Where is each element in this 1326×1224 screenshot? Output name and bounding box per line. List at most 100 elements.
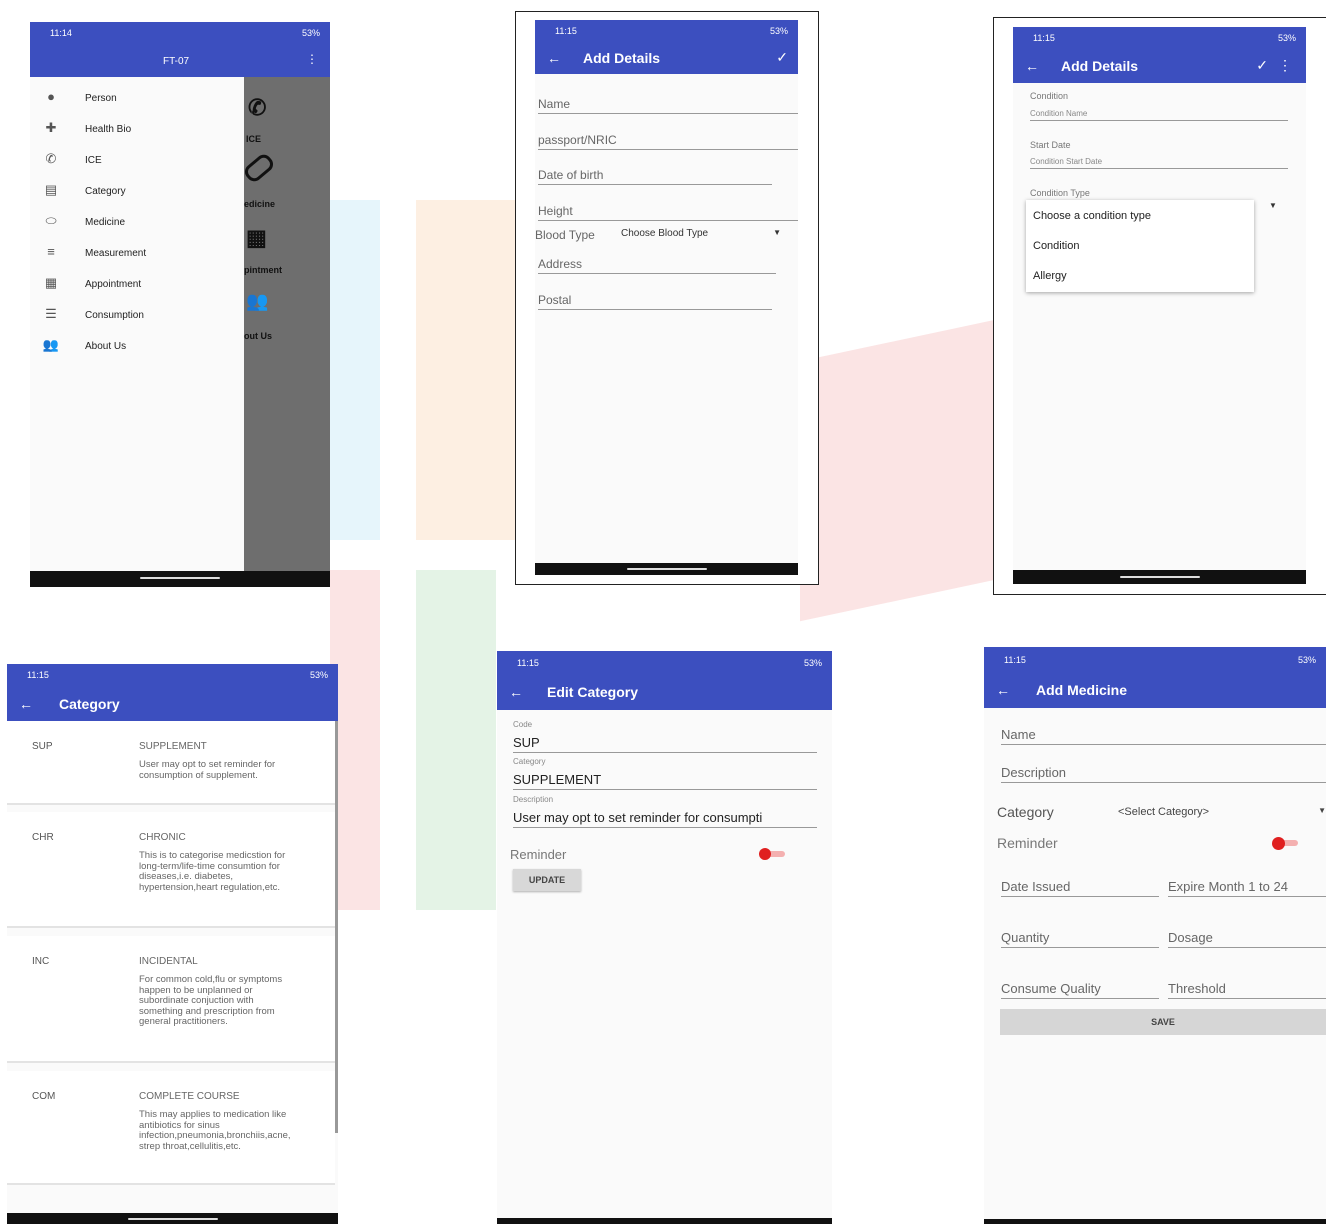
dosage-field[interactable]: Dosage — [1168, 930, 1326, 948]
category-select-value: <Select Category> — [1118, 806, 1210, 818]
back-arrow-icon[interactable]: ← — [996, 682, 1010, 698]
behind-calendar-icon: ▦ — [246, 225, 267, 250]
option-condition[interactable]: Condition — [1033, 240, 1079, 252]
category-description: This is to categorise medicstion for lon… — [139, 850, 286, 893]
behind-label-about: out Us — [244, 331, 272, 341]
drawer-header: FT-07 ⋮ — [30, 44, 330, 77]
lines-icon: ≡ — [47, 244, 55, 259]
drawer-item-person[interactable]: ● Person — [30, 83, 244, 114]
condition-type-menu: Choose a condition type Condition Allerg… — [1026, 200, 1254, 292]
code-field[interactable]: SUP — [513, 735, 817, 753]
category-row[interactable]: CHR CHRONIC This is to categorise medicsti… — [7, 812, 335, 928]
status-time: 11:15 — [555, 26, 577, 36]
status-bar: 11:15 53% — [535, 20, 798, 42]
drawer-item-appointment[interactable]: ▦ Appointment — [30, 269, 244, 300]
option-choose-type[interactable]: Choose a condition type — [1033, 210, 1151, 222]
condition-label: Condition — [1030, 91, 1069, 101]
expire-month-field[interactable]: Expire Month 1 to 24 — [1168, 879, 1326, 897]
reminder-label: Reminder — [997, 835, 1058, 851]
medkit-icon: ✚ — [45, 120, 57, 135]
category-name: COMPLETE COURSE — [139, 1091, 240, 1102]
drawer-item-label: Appointment — [85, 279, 142, 290]
nav-bar — [497, 1218, 832, 1224]
background-shape-green — [416, 570, 496, 910]
category-row[interactable]: COM COMPLETE COURSE This may applies to me… — [7, 1071, 335, 1185]
back-arrow-icon[interactable]: ← — [509, 684, 523, 700]
medicine-name-field[interactable]: Name — [1001, 727, 1326, 745]
drawer-item-about-us[interactable]: 👥 About Us — [30, 331, 244, 362]
drawer-item-medicine[interactable]: ⬭ Medicine — [30, 207, 244, 238]
overflow-menu-icon[interactable]: ⋮ — [1278, 57, 1292, 74]
list-icon: ☰ — [45, 306, 57, 321]
description-field[interactable]: User may opt to set reminder for consump… — [513, 810, 817, 828]
drawer-item-measurement[interactable]: ≡ Measurement — [30, 238, 244, 269]
category-row[interactable]: SUP SUPPLEMENT User may opt to set reminde… — [7, 721, 335, 805]
description-label: Description — [513, 795, 554, 804]
app-bar: ← Category — [7, 686, 338, 721]
category-select[interactable]: <Select Category> ▼ — [1118, 806, 1326, 818]
drawer-item-label: About Us — [85, 341, 127, 352]
category-name: CHRONIC — [139, 832, 186, 843]
scrollbar[interactable] — [335, 721, 338, 1133]
quantity-field[interactable]: Quantity — [1001, 930, 1159, 948]
nav-bar — [7, 1213, 338, 1224]
update-button[interactable]: UPDATE — [513, 869, 581, 891]
drawer-item-health-bio[interactable]: ✚ Health Bio — [30, 114, 244, 145]
home-indicator[interactable] — [626, 568, 707, 570]
back-arrow-icon[interactable]: ← — [19, 696, 33, 712]
confirm-check-icon[interactable]: ✓ — [776, 49, 788, 66]
drawer-item-label: Health Bio — [85, 124, 132, 135]
consume-quality-field[interactable]: Consume Quality — [1001, 981, 1159, 999]
condition-name-field[interactable]: Condition Name — [1030, 109, 1288, 121]
calendar-icon: ▦ — [44, 275, 58, 290]
background-shape-blue — [330, 200, 380, 540]
home-indicator[interactable] — [140, 577, 220, 579]
name-field[interactable]: Name — [538, 97, 798, 114]
back-arrow-icon[interactable]: ← — [547, 50, 561, 66]
confirm-check-icon[interactable]: ✓ — [1256, 57, 1268, 74]
status-time: 11:15 — [1033, 33, 1055, 43]
phone-drawer: 11:14 53% FT-07 ⋮ ✆ ICE edicine ▦ pintme… — [30, 22, 330, 587]
dob-field[interactable]: Date of birth — [538, 168, 772, 185]
drawer-item-consumption[interactable]: ☰ Consumption — [30, 300, 244, 331]
phone-edit-category: 11:15 53% ← Edit Category Code SUP Categ… — [497, 651, 832, 1224]
background-shape-orange — [416, 200, 516, 540]
start-date-field[interactable]: Condition Start Date — [1030, 157, 1288, 169]
threshold-field[interactable]: Threshold — [1168, 981, 1326, 999]
category-field[interactable]: SUPPLEMENT — [513, 772, 817, 790]
date-issued-field[interactable]: Date Issued — [1001, 879, 1159, 897]
medicine-description-field[interactable]: Description — [1001, 765, 1326, 783]
blood-type-select[interactable]: Choose Blood Type ▼ — [621, 228, 781, 239]
drawer-item-category[interactable]: ▤ Category — [30, 176, 244, 207]
category-code: CHR — [32, 832, 54, 843]
status-battery: 53% — [1297, 654, 1316, 665]
category-name: SUPPLEMENT — [139, 741, 207, 752]
overflow-menu-icon[interactable]: ⋮ — [306, 52, 318, 66]
option-allergy[interactable]: Allergy — [1033, 270, 1067, 282]
start-date-label: Start Date — [1030, 140, 1071, 150]
dropdown-arrow-icon: ▼ — [1318, 806, 1326, 815]
reminder-toggle[interactable] — [759, 848, 785, 860]
drawer-item-ice[interactable]: ✆ ICE — [30, 145, 244, 176]
phone-add-details-person: 11:15 53% ← Add Details ✓ Name passport/… — [535, 20, 798, 575]
drawer-item-label: Category — [85, 186, 126, 197]
status-battery: 53% — [803, 657, 822, 668]
home-indicator[interactable] — [1119, 576, 1200, 578]
height-field[interactable]: Height — [538, 204, 798, 221]
drawer-item-label: Consumption — [85, 310, 144, 321]
back-arrow-icon[interactable]: ← — [1025, 58, 1039, 74]
dropdown-arrow-icon: ▼ — [773, 228, 781, 237]
category-row[interactable]: INC INCIDENTAL For common cold,flu or symp… — [7, 936, 335, 1063]
app-bar: ← Edit Category — [497, 674, 832, 710]
passport-field[interactable]: passport/NRIC — [538, 133, 798, 150]
postal-field[interactable]: Postal — [538, 293, 772, 310]
status-bar: 11:14 53% — [30, 22, 330, 44]
reminder-toggle[interactable] — [1272, 837, 1298, 850]
address-field[interactable]: Address — [538, 257, 776, 274]
save-button[interactable]: SAVE — [1000, 1009, 1326, 1035]
home-indicator[interactable] — [127, 1218, 218, 1220]
status-time: 11:14 — [50, 28, 72, 38]
page-title: Add Details — [583, 50, 661, 66]
pill-icon: ⬭ — [45, 213, 57, 228]
code-label: Code — [513, 720, 533, 729]
